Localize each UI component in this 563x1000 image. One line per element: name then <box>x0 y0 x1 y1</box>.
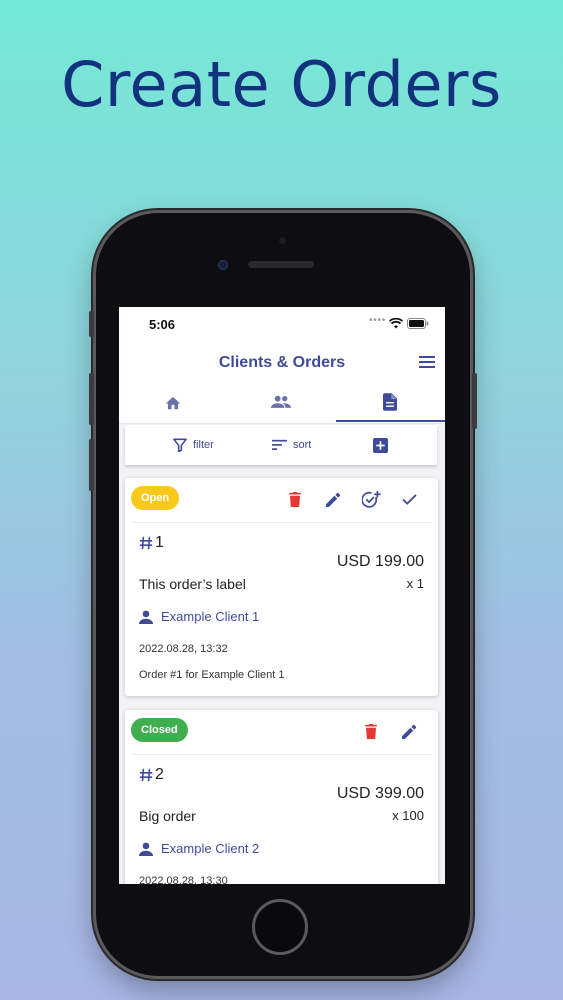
signal-dots-icon: • • • • <box>369 315 385 326</box>
pencil-icon <box>325 492 340 507</box>
add-box-icon <box>373 437 388 453</box>
edit-button[interactable] <box>322 488 344 510</box>
app-title: Clients & Orders <box>218 354 346 371</box>
mute-switch <box>89 311 94 337</box>
order-number: 1 <box>139 534 164 552</box>
order-card[interactable]: Open 1 USD 199.00 This order’s label x 1… <box>125 478 438 696</box>
order-client-link[interactable]: Example Client 1 <box>139 609 259 624</box>
order-client-link[interactable]: Example Client 2 <box>139 841 259 856</box>
checkmark-icon <box>401 493 417 505</box>
mark-done-add-button[interactable] <box>360 488 382 510</box>
status-badge: Closed <box>131 718 188 742</box>
tab-home[interactable] <box>119 381 227 423</box>
delete-button[interactable] <box>284 488 306 510</box>
phone-screen: 5:06 • • • • Clients & Orders filter sor… <box>119 307 445 884</box>
order-date: 2022.08.28, 13:30 <box>139 875 228 884</box>
proximity-sensor <box>279 237 286 244</box>
phone-frame: 5:06 • • • • Clients & Orders filter sor… <box>89 213 477 976</box>
status-bar: 5:06 • • • • <box>119 307 445 341</box>
order-quantity: x 1 <box>406 576 424 591</box>
sort-icon <box>272 439 287 450</box>
order-label: Big order <box>139 808 196 824</box>
people-icon <box>271 395 291 408</box>
power-button <box>472 373 477 429</box>
volume-up-button <box>89 373 94 425</box>
filter-icon <box>173 438 187 452</box>
order-label: This order’s label <box>139 576 246 592</box>
order-number-value: 1 <box>155 534 164 551</box>
check-circle-add-icon <box>361 490 381 508</box>
close-order-button[interactable] <box>398 488 420 510</box>
status-time: 5:06 <box>149 317 176 332</box>
order-number-value: 2 <box>155 766 164 783</box>
order-number: 2 <box>139 766 164 784</box>
order-price: USD 199.00 <box>336 553 424 570</box>
app-bar: Clients & Orders <box>119 341 445 381</box>
order-price: USD 399.00 <box>336 785 424 802</box>
tab-orders[interactable] <box>336 381 444 423</box>
card-divider <box>131 754 432 755</box>
hamburger-menu-icon[interactable] <box>419 355 435 369</box>
filter-label: filter <box>193 439 214 451</box>
front-camera <box>218 260 228 270</box>
tab-bar <box>119 381 445 424</box>
document-icon <box>383 393 397 411</box>
home-button[interactable] <box>252 899 308 955</box>
sort-label: sort <box>293 439 312 451</box>
trash-icon <box>365 723 377 739</box>
tab-clients[interactable] <box>227 381 335 423</box>
filter-button[interactable]: filter <box>173 425 214 465</box>
home-icon <box>165 396 181 410</box>
hash-icon <box>139 768 153 782</box>
volume-down-button <box>89 439 94 491</box>
status-badge: Open <box>131 486 180 510</box>
person-icon <box>139 610 153 624</box>
battery-icon <box>407 318 429 329</box>
hash-icon <box>139 536 153 550</box>
person-icon <box>139 842 153 856</box>
orders-toolbar: filter sort <box>125 425 437 465</box>
pencil-icon <box>401 724 416 739</box>
headline: Create Orders <box>61 48 502 121</box>
order-card[interactable]: Closed 2 USD 399.00 Big order x 100 Exam… <box>125 710 438 884</box>
wifi-icon <box>389 318 403 329</box>
sort-button[interactable]: sort <box>272 425 311 465</box>
delete-button[interactable] <box>360 720 382 742</box>
edit-button[interactable] <box>398 720 420 742</box>
order-quantity: x 100 <box>392 808 424 823</box>
earpiece-speaker <box>248 261 314 268</box>
client-name: Example Client 1 <box>161 609 260 624</box>
client-name: Example Client 2 <box>161 841 260 856</box>
selected-tab-indicator <box>336 420 445 422</box>
card-divider <box>131 522 432 523</box>
order-date: 2022.08.28, 13:32 <box>139 643 228 655</box>
trash-icon <box>289 491 301 507</box>
add-order-button[interactable] <box>373 425 388 465</box>
order-description: Order #1 for Example Client 1 <box>139 669 285 681</box>
